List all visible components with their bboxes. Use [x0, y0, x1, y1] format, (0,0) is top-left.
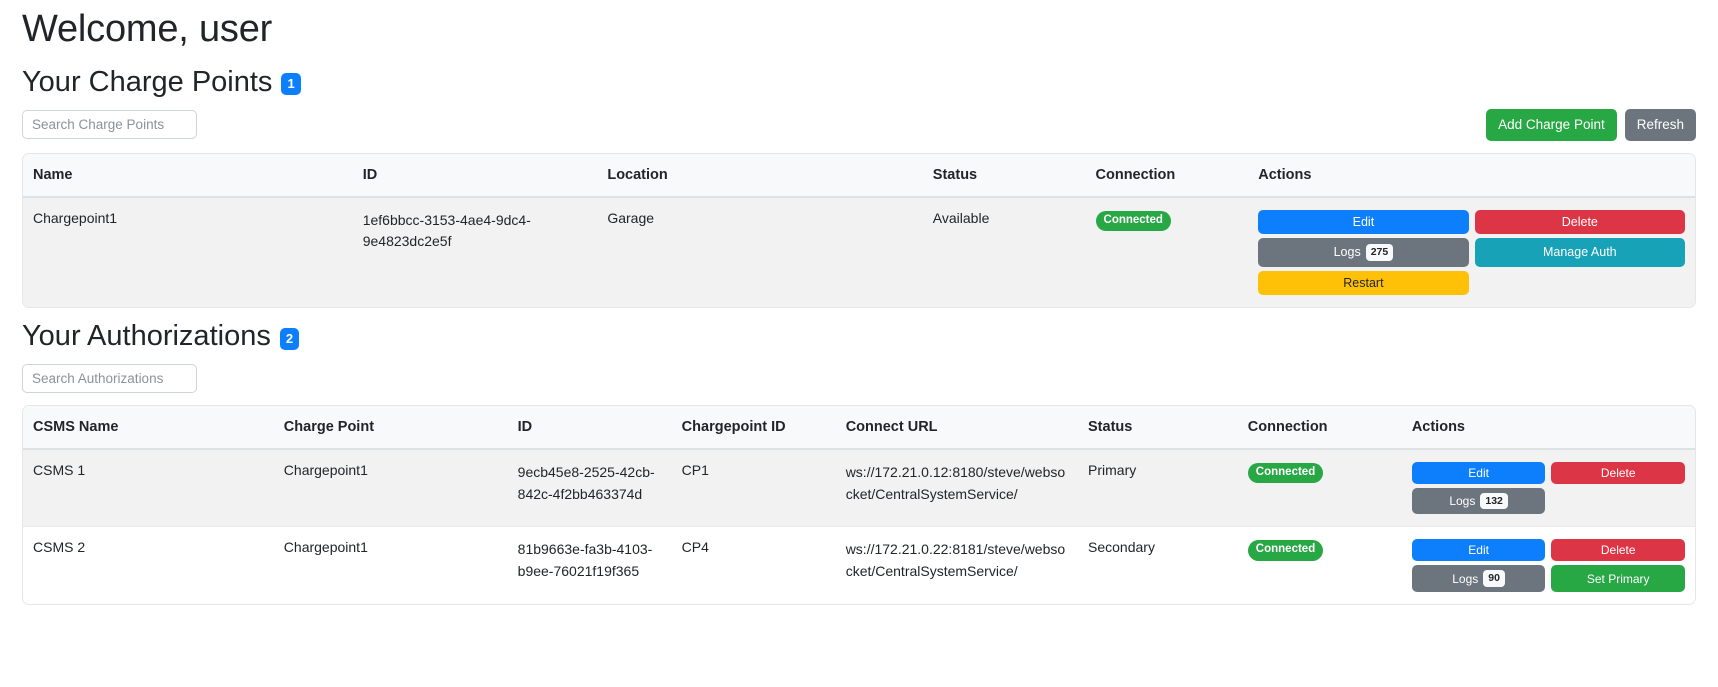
cell-status: Primary: [1078, 448, 1238, 528]
cell-connect-url: ws://172.21.0.22:8181/steve/websocket/Ce…: [845, 541, 1066, 580]
authorizations-heading: Your Authorizations 2: [22, 318, 1696, 356]
cell-id: 9ecb45e8-2525-42cb-842c-4f2bb463374d: [507, 448, 672, 528]
charge-points-count-badge: 1: [281, 73, 301, 96]
status-badge-connected: Connected: [1247, 462, 1324, 484]
page-root: Welcome, user Your Charge Points 1 Add C…: [0, 6, 1718, 605]
status-badge-connected: Connected: [1095, 210, 1171, 232]
column-header-charge-point: Charge Point: [273, 405, 508, 450]
charge-points-heading: Your Charge Points 1: [22, 64, 1696, 102]
authorizations-card: CSMS Name Charge Point ID Chargepoint ID…: [22, 404, 1696, 605]
cell-chargepoint-id: CP4: [681, 539, 709, 556]
table-row: CSMS 2 Chargepoint1 81b9663e-fa3b-4103-b…: [23, 527, 1695, 604]
column-header-location: Location: [597, 153, 923, 198]
authorizations-table-head: CSMS Name Charge Point ID Chargepoint ID…: [23, 405, 1695, 450]
authorizations-table-body: CSMS 1 Chargepoint1 9ecb45e8-2525-42cb-8…: [23, 448, 1695, 604]
delete-button[interactable]: Delete: [1551, 539, 1685, 562]
authorizations-count-badge: 2: [279, 328, 300, 351]
manage-auth-button[interactable]: Manage Auth: [1474, 238, 1685, 267]
restart-button[interactable]: Restart: [1258, 270, 1469, 296]
cell-name: Chargepoint1: [23, 196, 353, 308]
logs-button-label: Logs: [1449, 494, 1476, 509]
status-badge-connected: Connected: [1247, 540, 1324, 561]
logs-count-badge: 132: [1480, 492, 1508, 510]
logs-button[interactable]: Logs 132: [1411, 487, 1546, 515]
table-header-row: Name ID Location Status Connection Actio…: [23, 153, 1695, 198]
edit-button[interactable]: Edit: [1411, 539, 1546, 562]
delete-button[interactable]: Delete: [1551, 461, 1685, 484]
charge-points-table-head: Name ID Location Status Connection Actio…: [23, 153, 1695, 198]
column-header-connection: Connection: [1085, 153, 1249, 198]
cell-charge-point: Chargepoint1: [283, 539, 368, 556]
add-charge-point-button[interactable]: Add Charge Point: [1486, 109, 1617, 141]
logs-button[interactable]: Logs 275: [1258, 238, 1469, 267]
authorizations-toolbar: [22, 363, 1696, 393]
charge-points-table: Name ID Location Status Connection Actio…: [23, 153, 1695, 308]
column-header-name: Name: [23, 153, 353, 198]
table-header-row: CSMS Name Charge Point ID Chargepoint ID…: [23, 405, 1695, 450]
column-header-id: ID: [507, 405, 672, 450]
charge-points-card: Name ID Location Status Connection Actio…: [22, 152, 1696, 309]
authorization-action-group: Edit Delete Logs 90 Set Primary: [1411, 539, 1685, 592]
set-primary-button[interactable]: Set Primary: [1551, 565, 1685, 592]
charge-point-action-group: Edit Delete Logs 275 Manage Auth Restart: [1258, 209, 1685, 296]
cell-actions: Edit Delete Logs 275 Manage Auth Restart: [1248, 196, 1695, 308]
column-header-connect-url: Connect URL: [835, 405, 1079, 450]
cell-id: 1ef6bbcc-3153-4ae4-9dc4-9e4823dc2e5f: [352, 196, 598, 308]
edit-button[interactable]: Edit: [1411, 461, 1546, 484]
column-header-status: Status: [1078, 405, 1238, 450]
column-header-chargepoint-id: Chargepoint ID: [671, 405, 836, 450]
authorization-action-group: Edit Delete Logs 132: [1411, 461, 1685, 515]
cell-location: Garage: [597, 196, 923, 308]
edit-button[interactable]: Edit: [1258, 209, 1469, 235]
cell-actions: Edit Delete Logs 90 Set Primary: [1402, 527, 1695, 604]
table-row: CSMS 1 Chargepoint1 9ecb45e8-2525-42cb-8…: [23, 448, 1695, 528]
column-header-connection: Connection: [1237, 405, 1402, 450]
cell-status: Available: [922, 196, 1086, 308]
column-header-status: Status: [922, 153, 1086, 198]
cell-charge-point: Chargepoint1: [273, 448, 508, 528]
logs-button-label: Logs: [1333, 245, 1361, 260]
logs-button[interactable]: Logs 90: [1411, 565, 1546, 592]
cell-status: Secondary: [1088, 539, 1155, 556]
charge-points-toolbar: Add Charge Point Refresh: [22, 109, 1696, 141]
logs-count-badge: 275: [1365, 244, 1394, 261]
table-row: Chargepoint1 1ef6bbcc-3153-4ae4-9dc4-9e4…: [23, 196, 1695, 308]
cell-csms-name: CSMS 2: [33, 539, 86, 556]
logs-count-badge: 90: [1483, 570, 1505, 587]
charge-points-table-body: Chargepoint1 1ef6bbcc-3153-4ae4-9dc4-9e4…: [23, 196, 1695, 308]
cell-actions: Edit Delete Logs 132: [1401, 448, 1695, 528]
cell-connect-url: ws://172.21.0.12:8180/steve/websocket/Ce…: [835, 448, 1079, 528]
cell-chargepoint-id: CP1: [671, 448, 836, 528]
cell-connection: Connected: [1085, 196, 1249, 308]
page-title: Welcome, user: [22, 8, 273, 50]
charge-points-toolbar-actions: Add Charge Point Refresh: [1486, 109, 1696, 141]
column-header-id: ID: [352, 153, 598, 198]
cell-id: 81b9663e-fa3b-4103-b9ee-76021f19f365: [517, 541, 653, 580]
column-header-actions: Actions: [1401, 405, 1695, 450]
refresh-button[interactable]: Refresh: [1624, 109, 1696, 141]
column-header-actions: Actions: [1248, 153, 1695, 198]
column-header-csms-name: CSMS Name: [23, 405, 274, 450]
authorizations-heading-label: Your Authorizations: [22, 320, 271, 353]
search-charge-points-input[interactable]: [22, 110, 197, 140]
cell-connection: Connected: [1237, 448, 1402, 528]
search-authorizations-input[interactable]: [22, 363, 197, 393]
cell-connection: Connected: [1238, 527, 1402, 604]
delete-button[interactable]: Delete: [1474, 209, 1685, 235]
authorizations-table: CSMS Name Charge Point ID Chargepoint ID…: [23, 405, 1695, 604]
cell-csms-name: CSMS 1: [23, 448, 274, 528]
charge-points-heading-label: Your Charge Points: [22, 65, 273, 98]
logs-button-label: Logs: [1452, 571, 1479, 586]
